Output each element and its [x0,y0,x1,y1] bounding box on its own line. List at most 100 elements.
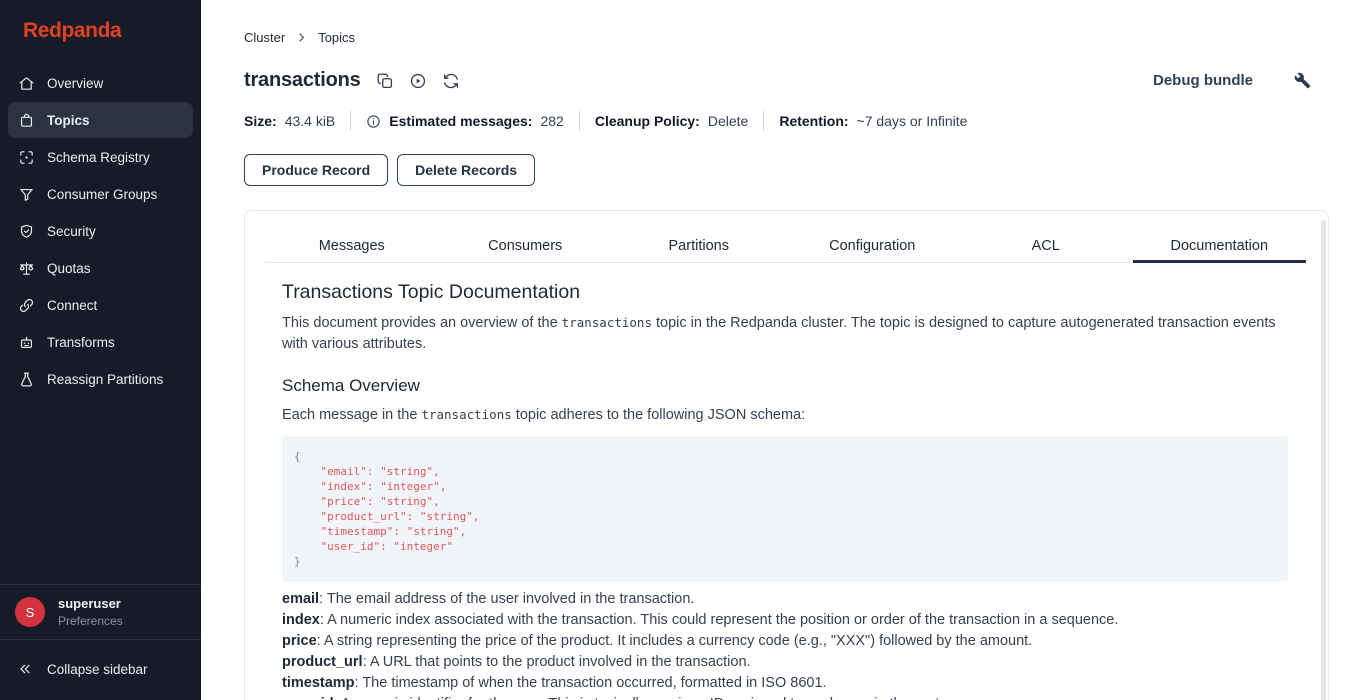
stat-estimated-messages: Estimated messages: 282 [366,113,564,129]
debug-bundle-link[interactable]: Debug bundle [1153,72,1253,89]
chevrons-left-icon [17,661,33,677]
doc-title: Transactions Topic Documentation [282,279,1288,306]
code-line: "email": "string", [294,464,1276,479]
topic-detail-card: Messages Consumers Partitions Configurat… [244,210,1329,700]
schema-registry-icon [18,149,35,166]
sidebar-item-quotas[interactable]: Quotas [8,250,193,286]
user-name: superuser [58,596,123,611]
field-descriptions: email: The email address of the user inv… [282,589,1288,700]
sidebar-item-schema-registry[interactable]: Schema Registry [8,139,193,175]
sidebar-item-overview[interactable]: Overview [8,65,193,101]
redpanda-logo[interactable]: Redpanda [0,0,201,57]
schema-intro: Each message in the transactions topic a… [282,404,1288,426]
code-line: "timestamp": "string", [294,524,1276,539]
sidebar: Redpanda Overview Topics Schema Registry [0,0,201,700]
field-timestamp: timestamp: The timestamp of when the tra… [282,673,1288,694]
doc-intro: This document provides an overview of th… [282,312,1288,355]
field-price: price: A string representing the price o… [282,631,1288,652]
sidebar-nav: Overview Topics Schema Registry Consumer… [0,57,201,398]
funnel-icon [18,186,35,203]
shield-check-icon [18,223,35,240]
chevron-right-icon [295,31,308,44]
sidebar-item-label: Security [47,224,96,239]
sidebar-item-label: Consumer Groups [47,187,157,202]
wrench-icon[interactable] [1294,72,1311,89]
page-title: transactions [244,69,361,92]
sidebar-item-connect[interactable]: Connect [8,287,193,323]
topic-actions: Produce Record Delete Records [244,154,1329,186]
robot-icon [18,334,35,351]
stat-value: 43.4 kiB [285,113,336,129]
code-line: "user_id": "integer" [294,539,1276,554]
stat-value: Delete [708,113,748,129]
tab-bar: Messages Consumers Partitions Configurat… [265,211,1306,263]
sidebar-item-label: Reassign Partitions [47,372,163,387]
sidebar-item-label: Overview [47,76,103,91]
collapse-sidebar-label: Collapse sidebar [47,662,148,677]
stat-cleanup-policy: Cleanup Policy: Delete [595,113,749,129]
divider [579,111,580,131]
sidebar-item-label: Topics [47,113,90,128]
sidebar-item-security[interactable]: Security [8,213,193,249]
sidebar-item-transforms[interactable]: Transforms [8,324,193,360]
stat-size: Size: 43.4 kiB [244,113,335,129]
breadcrumb-cluster[interactable]: Cluster [244,30,285,45]
tab-messages[interactable]: Messages [265,211,439,263]
info-icon[interactable] [366,114,381,129]
refresh-icon[interactable] [442,72,460,90]
tab-acl[interactable]: ACL [959,211,1133,263]
divider [350,111,351,131]
scales-icon [18,260,35,277]
link-icon [18,297,35,314]
produce-record-button[interactable]: Produce Record [244,154,388,186]
breadcrumb: Cluster Topics [244,30,1329,45]
copy-icon[interactable] [376,72,394,90]
code-line: } [294,554,1276,569]
play-circle-icon[interactable] [409,72,427,90]
code-line: "price": "string", [294,494,1276,509]
sidebar-item-label: Schema Registry [47,150,150,165]
topics-box-icon [18,112,35,129]
tab-documentation[interactable]: Documentation [1133,211,1307,263]
sidebar-item-label: Quotas [47,261,91,276]
home-icon [18,75,35,92]
inline-code: transactions [562,315,652,330]
tab-configuration[interactable]: Configuration [786,211,960,263]
breadcrumb-topics[interactable]: Topics [318,30,355,45]
main-content: Cluster Topics transactions Debug bundle [201,0,1366,700]
tab-partitions[interactable]: Partitions [612,211,786,263]
stat-value: ~7 days or Infinite [857,113,968,129]
sidebar-item-label: Connect [47,298,97,313]
delete-records-button[interactable]: Delete Records [397,154,535,186]
preferences-link[interactable]: Preferences [58,614,123,628]
flask-icon [18,371,35,388]
documentation-panel: Transactions Topic Documentation This do… [245,263,1328,700]
app-window: Redpanda Overview Topics Schema Registry [0,0,1366,700]
divider [763,111,764,131]
field-index: index: A numeric index associated with t… [282,610,1288,631]
field-email: email: The email address of the user inv… [282,589,1288,610]
json-schema-code-block: { "email": "string", "index": "integer",… [282,436,1288,582]
stat-value: 282 [540,113,563,129]
code-line: { [294,449,1276,464]
tab-consumers[interactable]: Consumers [439,211,613,263]
stat-label: Cleanup Policy: [595,113,700,129]
sidebar-item-reassign-partitions[interactable]: Reassign Partitions [8,361,193,397]
collapse-sidebar-button[interactable]: Collapse sidebar [0,640,201,700]
field-product-url: product_url: A URL that points to the pr… [282,652,1288,673]
sidebar-item-topics[interactable]: Topics [8,102,193,138]
stat-label: Size: [244,113,277,129]
code-line: "index": "integer", [294,479,1276,494]
page-header: transactions Debug bundle [244,69,1329,92]
schema-overview-heading: Schema Overview [282,374,1288,398]
inline-code: transactions [421,407,511,422]
avatar: S [15,597,45,627]
sidebar-item-consumer-groups[interactable]: Consumer Groups [8,176,193,212]
user-info: superuser Preferences [58,596,123,628]
stat-label: Retention: [779,113,848,129]
field-user-id: user_id: A numeric identifier for the us… [282,694,1288,700]
stat-label: Estimated messages: [389,113,532,129]
sidebar-item-label: Transforms [47,335,115,350]
vertical-scrollbar[interactable] [1321,220,1326,700]
user-menu[interactable]: S superuser Preferences [0,584,201,640]
